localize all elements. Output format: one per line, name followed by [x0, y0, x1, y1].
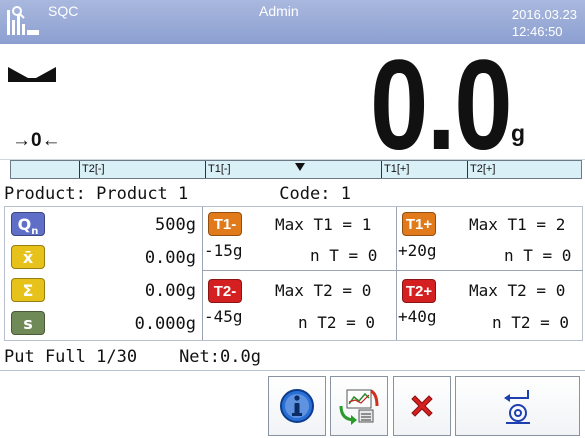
- t2-plus-button[interactable]: T2+: [402, 279, 436, 303]
- product-name: Product 1: [96, 184, 189, 204]
- code-value: 1: [340, 184, 351, 204]
- date-text: 2016.03.23: [511, 7, 577, 22]
- t2-plus-count: n T2 = 0: [492, 313, 570, 332]
- t1-minus-max: Max T1 = 1: [275, 215, 372, 234]
- zero-indicator: →0←: [12, 130, 61, 151]
- t1-plus-max: Max T1 = 2: [469, 215, 566, 234]
- put-full-text: Put Full 1/30: [4, 347, 138, 367]
- stat-row-stddev: s 0.000g: [5, 306, 202, 339]
- t2-minus-button[interactable]: T2-: [208, 279, 242, 303]
- std-dev-icon[interactable]: s: [11, 311, 45, 335]
- exchange-button[interactable]: [330, 376, 388, 436]
- t1-plus-button[interactable]: T1+: [402, 212, 436, 236]
- tick-t2-plus: T2[+]: [467, 161, 495, 178]
- exchange-icon: [339, 389, 379, 425]
- t2-plus-value: +40g: [398, 307, 437, 326]
- t1-plus-value: +20g: [398, 241, 437, 260]
- t2-minus-value: -45g: [204, 307, 243, 326]
- info-button[interactable]: [268, 376, 326, 436]
- statistics-panel: Qn 500g x̄ 0.00g Σ 0.00g s 0.000g T1- Ma…: [4, 206, 583, 341]
- quantity-value: 500g: [155, 215, 196, 235]
- status-line: Put Full 1/30 Net:0.0g: [4, 347, 261, 367]
- tare-icon: [503, 390, 530, 424]
- stat-row-sum: Σ 0.00g: [5, 273, 202, 306]
- mean-value: 0.00g: [144, 248, 196, 268]
- threshold-bar: T2[-] T1[-] T1[+] T2[+]: [10, 160, 582, 179]
- t1-minus-value: -15g: [204, 241, 243, 260]
- stddev-value: 0.000g: [134, 314, 196, 334]
- balance-logo-icon: [7, 6, 39, 35]
- product-label: Product:: [4, 184, 86, 204]
- weight-unit: g: [511, 120, 526, 146]
- t1-minus-button[interactable]: T1-: [208, 212, 242, 236]
- tick-t2-minus: T2[-]: [79, 161, 105, 178]
- cancel-x-icon: [411, 395, 433, 417]
- sum-value: 0.00g: [144, 281, 196, 301]
- stable-indicator-icon: [8, 67, 56, 82]
- datetime: 2016.03.23 12:46:50: [512, 6, 577, 40]
- t1-minus-count: n T = 0: [310, 246, 378, 265]
- weight-display: →0← 0.0 g: [0, 42, 585, 170]
- t2-minus-count: n T2 = 0: [298, 313, 376, 332]
- user-name: Admin: [259, 3, 299, 19]
- stat-row-mean: x̄ 0.00g: [5, 240, 202, 273]
- t1-plus-count: n T = 0: [504, 246, 572, 265]
- time-text: 12:46:50: [511, 24, 563, 39]
- app-name: SQC: [48, 3, 79, 19]
- sum-icon[interactable]: Σ: [11, 278, 45, 302]
- weight-value: 0.0: [370, 34, 513, 177]
- pointer-triangle-icon: [295, 163, 305, 171]
- t2-minus-max: Max T2 = 0: [275, 281, 372, 300]
- info-icon: [280, 389, 314, 423]
- mean-icon[interactable]: x̄: [11, 245, 45, 269]
- net-text: Net:0.0g: [179, 347, 261, 367]
- quantity-icon[interactable]: Qn: [11, 212, 45, 237]
- tick-t1-minus: T1[-]: [205, 161, 231, 178]
- stat-row-quantity: Qn 500g: [5, 207, 202, 240]
- tare-button[interactable]: [455, 376, 580, 436]
- tick-t1-plus: T1[+]: [381, 161, 409, 178]
- code-label: Code:: [279, 184, 331, 204]
- product-line: Product: Product 1 Code: 1: [4, 184, 351, 204]
- cancel-button[interactable]: [393, 376, 451, 436]
- t2-plus-max: Max T2 = 0: [469, 281, 566, 300]
